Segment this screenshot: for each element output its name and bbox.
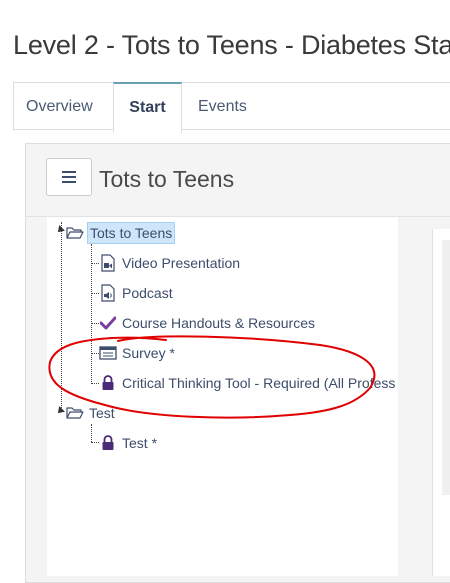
tree-connector — [91, 353, 99, 354]
tree-item-video-presentation[interactable]: Video Presentation — [99, 252, 242, 274]
tree-item-tots-to-teens[interactable]: Tots to Teens — [66, 222, 176, 244]
lock-icon — [99, 374, 117, 392]
tree-connector — [61, 222, 62, 412]
tab-events[interactable]: Events — [198, 83, 247, 130]
tree-item-critical-thinking-tool[interactable]: Critical Thinking Tool - Required (All P… — [99, 372, 397, 394]
hamburger-icon — [62, 171, 76, 183]
tree-item-test[interactable]: Test * — [99, 432, 159, 454]
tree-item-label: Survey * — [122, 345, 175, 361]
tree-connector — [91, 293, 99, 294]
tree-item-label: Video Presentation — [122, 255, 241, 271]
audio-file-icon — [99, 284, 117, 302]
tree-connector — [91, 263, 99, 264]
tab-overview[interactable]: Overview — [26, 83, 93, 130]
tree-connector — [91, 442, 99, 443]
page-title: Level 2 - Tots to Teens - Diabetes Sta — [13, 30, 450, 61]
panel-title: Tots to Teens — [99, 166, 235, 192]
tree-connector — [91, 244, 92, 384]
tree-connector — [91, 323, 99, 324]
tree-item-course-handouts[interactable]: Course Handouts & Resources — [99, 312, 317, 334]
tree-item-podcast[interactable]: Podcast — [99, 282, 175, 304]
tree-item-test-folder[interactable]: Test — [66, 402, 117, 424]
survey-list-icon — [99, 344, 117, 362]
tree-item-label: Tots to Teens — [87, 222, 176, 244]
tree-item-survey[interactable]: Survey * — [99, 342, 177, 364]
video-file-icon — [99, 254, 117, 272]
tree-connector — [91, 424, 92, 442]
tree-item-label: Critical Thinking Tool - Required (All P… — [122, 375, 396, 391]
tab-bar: Overview Start Events — [13, 82, 450, 133]
folder-open-icon — [66, 404, 84, 422]
tree-item-label: Podcast — [122, 285, 173, 301]
lock-icon — [99, 434, 117, 452]
menu-toggle-button[interactable] — [46, 158, 92, 196]
tree-item-label: Test * — [122, 435, 158, 451]
folder-open-icon — [66, 224, 84, 242]
content-scroll-area — [442, 240, 450, 495]
tree-item-label: Test — [89, 405, 115, 421]
tree-connector — [91, 383, 99, 384]
checkmark-icon — [99, 314, 117, 332]
tab-start[interactable]: Start — [113, 82, 182, 133]
tree-item-label: Course Handouts & Resources — [122, 315, 315, 331]
